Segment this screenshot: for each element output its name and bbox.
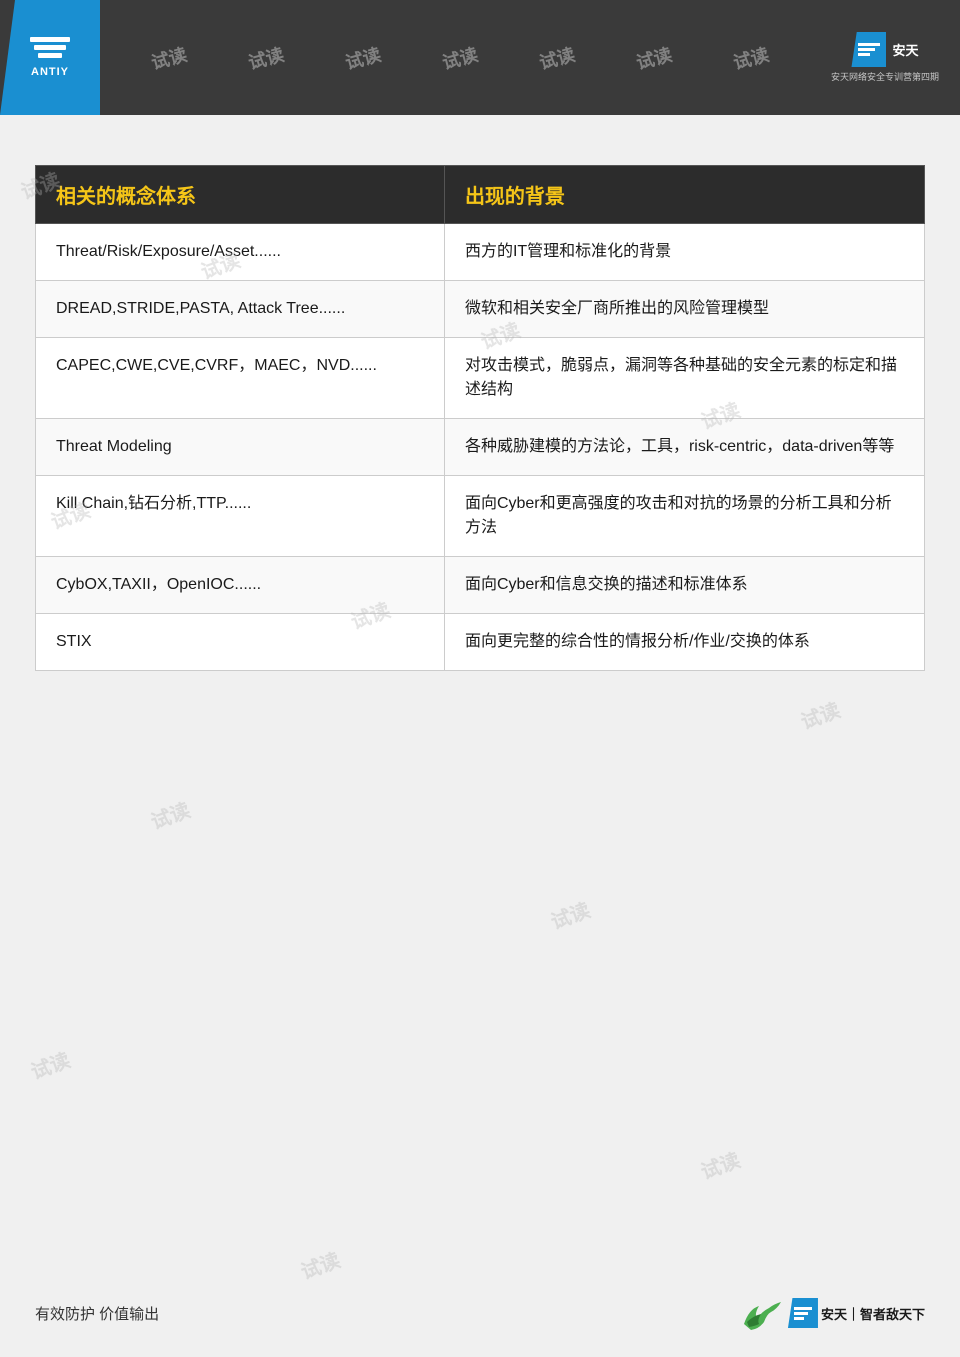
r-stripe-2 [858, 48, 875, 51]
footer: 有效防护 价值输出 安天｜智者敌天下 [35, 1294, 925, 1332]
footer-antiy-icon [788, 1298, 818, 1328]
logo-stripe-2 [34, 45, 66, 50]
table-row: DREAD,STRIDE,PASTA, Attack Tree......微软和… [36, 281, 925, 338]
header: ANTIY 试读 试读 试读 试读 试读 试读 试读 安天 安天网络安全专训营第… [0, 0, 960, 115]
table-cell-left: Kill Chain,钻石分析,TTP...... [36, 476, 445, 557]
logo-text: ANTIY [31, 66, 69, 78]
concept-table: 相关的概念体系 出现的背景 Threat/Risk/Exposure/Asset… [35, 165, 925, 671]
table-cell-left: STIX [36, 614, 445, 671]
logo-icon [30, 37, 70, 58]
table-cell-right: 对攻击模式，脆弱点，漏洞等各种基础的安全元素的标定和描述结构 [444, 338, 924, 419]
header-wm-4: 试读 [439, 40, 481, 74]
logo-stripe-3 [38, 53, 62, 58]
table-cell-left: CAPEC,CWE,CVE,CVRF，MAEC，NVD...... [36, 338, 445, 419]
footer-brand-cn: 安天 [821, 1307, 847, 1322]
table-cell-right: 各种威胁建模的方法论，工具，risk-centric，data-driven等等 [444, 419, 924, 476]
header-wm-5: 试读 [536, 40, 578, 74]
footer-stripes [794, 1307, 812, 1320]
f-stripe-1 [794, 1307, 812, 1310]
footer-brand-text: 安天｜智者敌天下 [821, 1304, 925, 1323]
watermark: 试读 [546, 894, 594, 935]
watermark: 试读 [146, 794, 194, 835]
logo-stripe-1 [30, 37, 70, 42]
header-wm-1: 试读 [148, 40, 190, 74]
r-stripe-3 [858, 53, 870, 56]
table-cell-right: 面向更完整的综合性的情报分析/作业/交换的体系 [444, 614, 924, 671]
header-wm-7: 试读 [731, 40, 773, 74]
table-row: Threat/Risk/Exposure/Asset......西方的IT管理和… [36, 224, 925, 281]
table-cell-right: 微软和相关安全厂商所推出的风险管理模型 [444, 281, 924, 338]
logo-stripes [30, 37, 70, 58]
table-cell-left: CybOX,TAXII，OpenIOC...... [36, 557, 445, 614]
right-logo-stripes [858, 43, 880, 56]
right-brand-text: 安天 [892, 40, 918, 59]
f-stripe-3 [794, 1317, 804, 1320]
table-row: CAPEC,CWE,CVE,CVRF，MAEC，NVD......对攻击模式，脆… [36, 338, 925, 419]
table-row: Threat Modeling各种威胁建模的方法论，工具，risk-centri… [36, 419, 925, 476]
r-stripe-1 [858, 43, 880, 46]
col2-header: 出现的背景 [444, 166, 924, 224]
table-row: CybOX,TAXII，OpenIOC......面向Cyber和信息交换的描述… [36, 557, 925, 614]
right-logo-icon [851, 32, 886, 67]
f-stripe-2 [794, 1312, 808, 1315]
header-watermarks: 试读 试读 试读 试读 试读 试读 试读 [100, 45, 820, 71]
table-cell-right: 面向Cyber和更高强度的攻击和对抗的场景的分析工具和分析方法 [444, 476, 924, 557]
header-wm-3: 试读 [342, 40, 384, 74]
right-logo-top: 安天 [851, 32, 918, 67]
table-cell-right: 西方的IT管理和标准化的背景 [444, 224, 924, 281]
right-logo-subtitle: 安天网络安全专训营第四期 [831, 70, 939, 83]
table-row: Kill Chain,钻石分析,TTP......面向Cyber和更高强度的攻击… [36, 476, 925, 557]
table-cell-left: Threat/Risk/Exposure/Asset...... [36, 224, 445, 281]
antiy-logo: ANTIY [0, 0, 100, 115]
table-cell-right: 面向Cyber和信息交换的描述和标准体系 [444, 557, 924, 614]
footer-slogan: 有效防护 价值输出 [35, 1303, 159, 1324]
col1-header: 相关的概念体系 [36, 166, 445, 224]
watermark: 试读 [696, 1144, 744, 1185]
footer-brand-sub: 智者敌天下 [860, 1307, 925, 1322]
footer-brand-row: 安天｜智者敌天下 [788, 1298, 925, 1328]
table-cell-left: Threat Modeling [36, 419, 445, 476]
header-wm-6: 试读 [634, 40, 676, 74]
header-right-logo: 安天 安天网络安全专训营第四期 [820, 18, 950, 98]
main-content: 相关的概念体系 出现的背景 Threat/Risk/Exposure/Asset… [0, 115, 960, 711]
watermark: 试读 [296, 1244, 344, 1285]
header-wm-2: 试读 [245, 40, 287, 74]
footer-logo: 安天｜智者敌天下 [739, 1294, 925, 1332]
watermark: 试读 [26, 1044, 74, 1085]
table-row: STIX面向更完整的综合性的情报分析/作业/交换的体系 [36, 614, 925, 671]
footer-brand: 安天｜智者敌天下 [788, 1298, 925, 1328]
footer-bird-icon [739, 1294, 784, 1332]
table-cell-left: DREAD,STRIDE,PASTA, Attack Tree...... [36, 281, 445, 338]
